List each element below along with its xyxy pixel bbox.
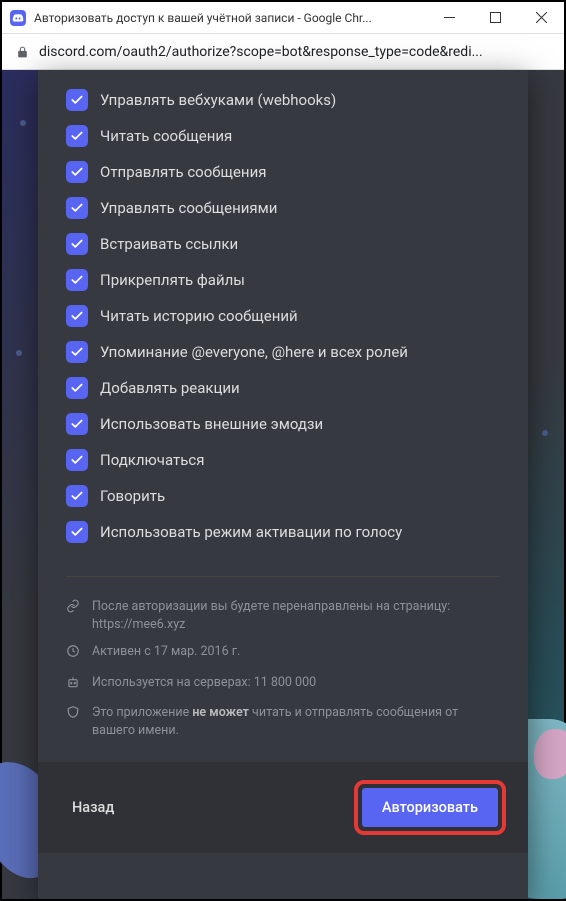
permission-checkbox[interactable] (66, 413, 88, 435)
permission-checkbox[interactable] (66, 269, 88, 291)
permission-checkbox[interactable] (66, 449, 88, 471)
link-icon (66, 599, 82, 619)
minimize-button[interactable] (426, 2, 472, 33)
clock-icon (66, 644, 82, 664)
shield-icon (66, 705, 82, 725)
permission-item: Использовать режим активации по голосу (66, 514, 500, 550)
permission-label: Читать историю сообщений (100, 307, 298, 325)
permission-label: Говорить (100, 487, 165, 505)
dialog-footer: Назад Авторизовать (38, 762, 528, 853)
permission-checkbox[interactable] (66, 89, 88, 111)
permission-checkbox[interactable] (66, 485, 88, 507)
info-text: Это приложение не может читать и отправл… (92, 704, 500, 739)
permission-label: Упоминание @everyone, @here и всех ролей (100, 343, 408, 361)
permission-checkbox[interactable] (66, 161, 88, 183)
permission-item: Говорить (66, 478, 500, 514)
permission-item: Управлять вебхуками (webhooks) (66, 82, 500, 118)
close-button[interactable] (518, 2, 564, 33)
permission-item: Читать историю сообщений (66, 298, 500, 334)
permission-item: Управлять сообщениями (66, 190, 500, 226)
address-bar[interactable]: discord.com/oauth2/authorize?scope=bot&r… (2, 34, 564, 70)
permission-checkbox[interactable] (66, 377, 88, 399)
permissions-list: Управлять вебхуками (webhooks) Читать со… (38, 70, 528, 558)
info-redirect: После авторизации вы будете перенаправле… (66, 593, 500, 638)
info-text: Активен с 17 мар. 2016 г. (92, 643, 240, 661)
content-area: Управлять вебхуками (webhooks) Читать со… (2, 70, 564, 899)
info-text: После авторизации вы будете перенаправле… (92, 598, 450, 633)
permission-checkbox[interactable] (66, 125, 88, 147)
authorize-button[interactable]: Авторизовать (362, 788, 498, 827)
authorize-dialog: Управлять вебхуками (webhooks) Читать со… (38, 70, 528, 899)
permission-checkbox[interactable] (66, 233, 88, 255)
bg-decoration (20, 120, 26, 126)
permission-checkbox[interactable] (66, 521, 88, 543)
permission-label: Добавлять реакции (100, 379, 240, 397)
permission-label: Управлять сообщениями (100, 199, 277, 217)
highlight-annotation: Авторизовать (354, 780, 506, 835)
permission-item: Прикреплять файлы (66, 262, 500, 298)
bg-decoration (542, 430, 548, 436)
permission-label: Читать сообщения (100, 127, 232, 145)
discord-favicon (10, 10, 26, 26)
maximize-button[interactable] (472, 2, 518, 33)
permission-item: Использовать внешние эмодзи (66, 406, 500, 442)
info-disclaimer: Это приложение не может читать и отправл… (66, 699, 500, 744)
permission-label: Использовать внешние эмодзи (100, 415, 323, 433)
info-section: После авторизации вы будете перенаправле… (38, 577, 528, 762)
info-active: Активен с 17 мар. 2016 г. (66, 638, 500, 669)
permission-checkbox[interactable] (66, 341, 88, 363)
permission-label: Отправлять сообщения (100, 163, 266, 181)
permission-label: Управлять вебхуками (webhooks) (100, 91, 336, 109)
permission-label: Прикреплять файлы (100, 271, 245, 289)
permission-item: Читать сообщения (66, 118, 500, 154)
url-text: discord.com/oauth2/authorize?scope=bot&r… (39, 44, 483, 60)
robot-icon (66, 675, 82, 695)
info-servers: Используется на серверах: 11 800 000 (66, 669, 500, 700)
permission-label: Подключаться (100, 451, 204, 469)
lock-icon (16, 45, 29, 59)
bg-decoration (534, 729, 566, 779)
window-title: Авторизовать доступ к вашей учётной запи… (34, 11, 426, 25)
permission-item: Добавлять реакции (66, 370, 500, 406)
bg-decoration (16, 350, 22, 356)
permission-item: Упоминание @everyone, @here и всех ролей (66, 334, 500, 370)
permission-item: Подключаться (66, 442, 500, 478)
window-title-bar: Авторизовать доступ к вашей учётной запи… (2, 2, 564, 34)
permission-label: Встраивать ссылки (100, 235, 238, 253)
permission-item: Встраивать ссылки (66, 226, 500, 262)
back-button[interactable]: Назад (60, 789, 126, 826)
permission-checkbox[interactable] (66, 305, 88, 327)
permission-item: Отправлять сообщения (66, 154, 500, 190)
permission-label: Использовать режим активации по голосу (100, 523, 402, 541)
permission-checkbox[interactable] (66, 197, 88, 219)
info-text: Используется на серверах: 11 800 000 (92, 674, 316, 692)
